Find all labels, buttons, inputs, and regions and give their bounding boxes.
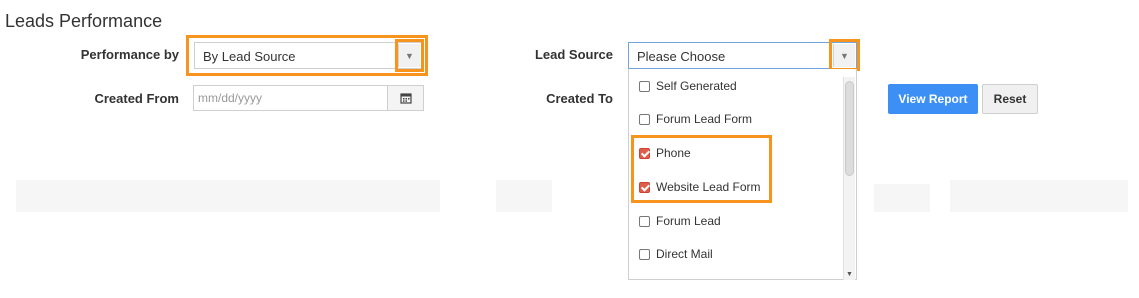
background-panel (16, 180, 440, 212)
page-title: Leads Performance (5, 11, 163, 31)
performance-by-select[interactable]: By Lead Source ▼ (194, 42, 422, 69)
option-label: Forum Lead (656, 214, 721, 228)
highlight-box (631, 135, 772, 203)
view-report-button[interactable]: View Report (888, 84, 978, 114)
checkbox[interactable] (639, 215, 650, 227)
option-label: Direct Mail (656, 247, 713, 261)
lead-source-select[interactable]: Please Choose ▼ (628, 42, 857, 69)
option-label: Forum Lead Form (656, 112, 753, 126)
lead-source-value: Please Choose (637, 49, 726, 64)
list-item[interactable]: Direct Mail (639, 244, 713, 264)
list-item[interactable]: Self Generated (639, 76, 737, 96)
background-panel (874, 184, 930, 212)
list-item[interactable]: Forum Lead Form (639, 109, 752, 129)
reset-button[interactable]: Reset (982, 84, 1038, 114)
created-from-label: Created From (94, 91, 179, 106)
highlight-box (829, 39, 860, 71)
lead-source-label: Lead Source (534, 47, 613, 62)
checkbox[interactable] (639, 113, 650, 125)
scroll-down-icon[interactable]: ▼ (845, 271, 854, 279)
option-label: Self Generated (656, 79, 737, 93)
calendar-icon[interactable] (387, 86, 423, 110)
date-placeholder: mm/dd/yyyy (198, 91, 263, 105)
checkbox[interactable] (639, 248, 650, 260)
performance-by-value: By Lead Source (203, 49, 296, 64)
scroll-thumb[interactable] (845, 81, 854, 176)
created-from-input[interactable]: mm/dd/yyyy (193, 85, 424, 111)
background-panel (496, 180, 552, 212)
highlight-box (395, 39, 424, 72)
list-item[interactable]: Forum Lead (639, 211, 721, 231)
checkbox[interactable] (639, 80, 650, 92)
performance-by-label: Performance by (80, 47, 179, 62)
background-panel (950, 180, 1128, 212)
scrollbar[interactable]: ▼ (843, 77, 855, 280)
created-to-label: Created To (546, 91, 613, 106)
